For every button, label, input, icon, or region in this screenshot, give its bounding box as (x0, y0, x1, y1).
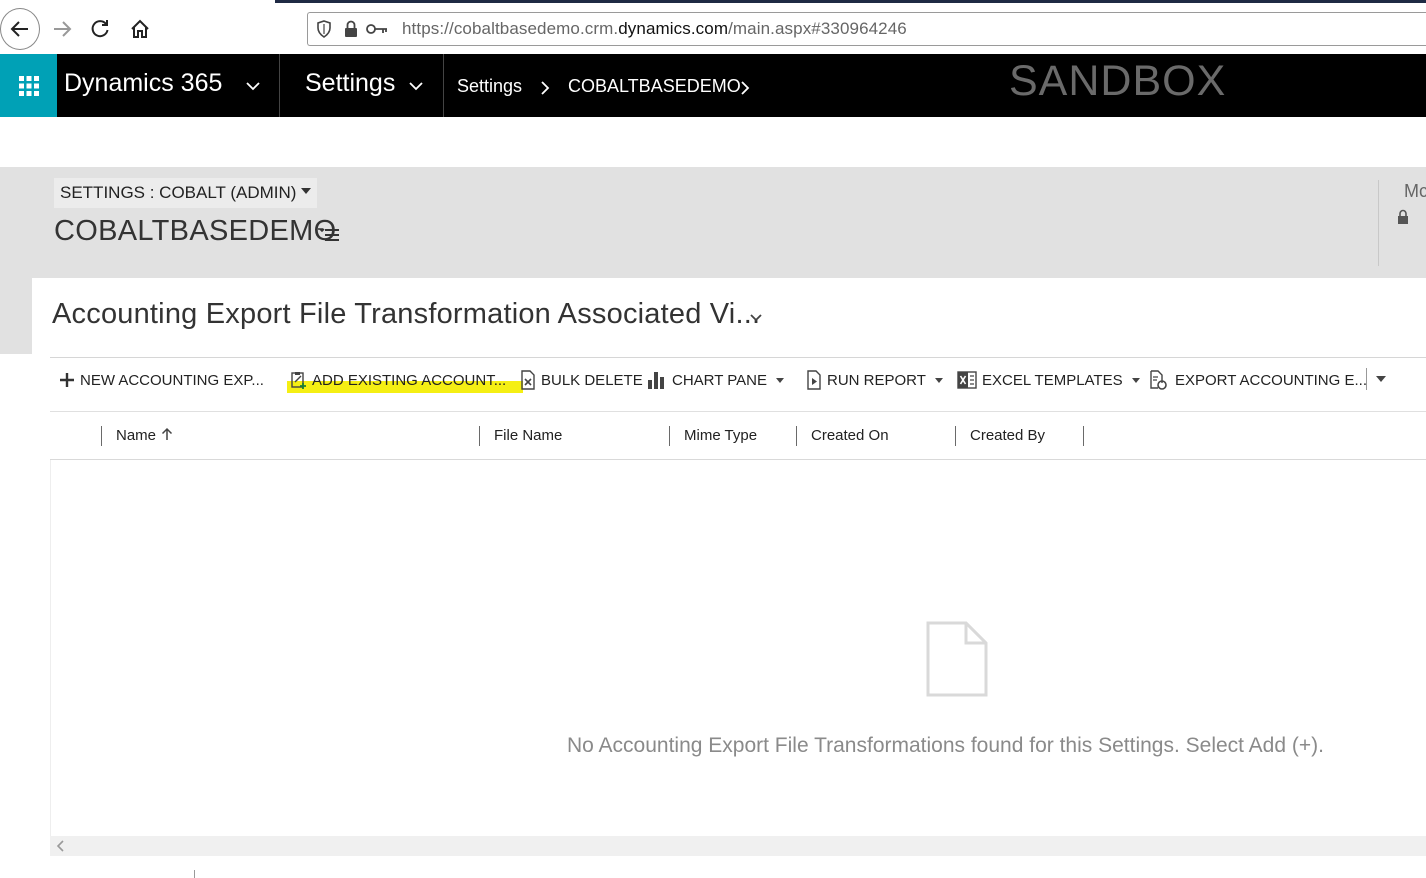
tab-strip-edge (275, 0, 1426, 3)
chevron-down-icon[interactable] (246, 81, 260, 91)
run-report-label: RUN REPORT (827, 371, 926, 389)
export-accounting-label: EXPORT ACCOUNTING E... (1175, 371, 1367, 389)
horizontal-scrollbar[interactable] (50, 836, 1426, 856)
reload-icon (91, 20, 109, 38)
form-selector-label: SETTINGS : COBALT (ADMIN) (60, 183, 297, 202)
arrow-left-icon (10, 21, 28, 37)
chart-pane-label: CHART PANE (672, 371, 768, 389)
left-gutter (0, 278, 32, 354)
column-header-mime-type[interactable]: Mime Type (684, 427, 757, 444)
column-divider (101, 426, 102, 446)
lock-icon[interactable] (344, 20, 358, 38)
bulk-delete-button[interactable]: BULK DELETE (520, 367, 643, 393)
header-divider (1378, 180, 1379, 266)
more-commands-button[interactable] (1376, 376, 1386, 382)
add-existing-icon (289, 370, 309, 390)
column-header-file-name[interactable]: File Name (494, 427, 562, 444)
column-divider (1083, 426, 1084, 446)
report-icon (806, 370, 822, 390)
column-divider (955, 426, 956, 446)
back-button[interactable] (0, 8, 40, 50)
caret-down-icon (776, 377, 785, 383)
product-name-menu[interactable]: Dynamics 365 (64, 69, 222, 98)
chevron-down-icon[interactable] (749, 313, 763, 323)
nav-divider (443, 54, 444, 117)
caret-down-icon (1131, 377, 1140, 383)
app-navigation-bar: Dynamics 365 Settings Settings COBALTBAS… (0, 54, 1426, 117)
export-icon (1149, 370, 1167, 390)
url-domain: dynamics.com (618, 19, 729, 38)
url-path: /main.aspx#330964246 (728, 19, 907, 38)
grid-body (50, 460, 1426, 836)
chart-pane-button[interactable]: CHART PANE (647, 367, 785, 393)
record-title: COBALTBASEDEMO (54, 215, 337, 247)
breadcrumb-settings[interactable]: Settings (457, 76, 522, 97)
column-divider (669, 426, 670, 446)
related-menu-icon[interactable] (317, 227, 341, 243)
grid-header: Name File Name Mime Type Created On Crea… (50, 411, 1426, 460)
header-field-label: Mc (1404, 181, 1426, 201)
browser-toolbar: https://cobaltbasedemo.crm.dynamics.com/… (0, 0, 1426, 54)
shield-icon[interactable] (316, 20, 332, 38)
column-label: Name (116, 427, 157, 444)
lock-icon (1398, 209, 1408, 224)
reload-button[interactable] (82, 11, 118, 47)
column-header-created-by[interactable]: Created By (970, 427, 1045, 444)
column-divider (796, 426, 797, 446)
column-header-created-on[interactable]: Created On (811, 427, 889, 444)
bar-chart-icon (647, 370, 667, 390)
new-record-label: NEW ACCOUNTING EXP... (80, 371, 264, 389)
add-existing-label: ADD EXISTING ACCOUNT... (312, 371, 507, 389)
column-divider (479, 426, 480, 446)
caret-down-icon (934, 377, 943, 383)
chevron-right-icon[interactable] (540, 81, 550, 95)
breadcrumb-record[interactable]: COBALTBASEDEMO (568, 76, 741, 97)
app-launcher-button[interactable] (0, 54, 57, 117)
chevron-down-icon[interactable] (409, 81, 423, 91)
forward-button[interactable] (44, 11, 80, 47)
chevron-left-icon[interactable] (56, 839, 66, 853)
footer-divider (194, 870, 195, 878)
export-accounting-button[interactable]: EXPORT ACCOUNTING E... (1149, 367, 1367, 393)
nav-divider (279, 54, 280, 117)
view-selector-title[interactable]: Accounting Export File Transformation As… (52, 298, 760, 331)
excel-templates-button[interactable]: EXCEL TEMPLATES (957, 367, 1140, 393)
plus-icon (59, 372, 75, 388)
environment-label: SANDBOX (1009, 57, 1227, 105)
chevron-right-icon[interactable] (740, 81, 750, 95)
excel-icon (957, 370, 977, 390)
form-selector[interactable]: SETTINGS : COBALT (ADMIN) (54, 178, 318, 208)
caret-down-icon (301, 188, 312, 194)
bulk-delete-icon (520, 370, 536, 390)
excel-templates-label: EXCEL TEMPLATES (982, 371, 1123, 389)
command-bar-divider (50, 357, 1426, 358)
command-divider (1366, 368, 1367, 390)
address-bar[interactable]: https://cobaltbasedemo.crm.dynamics.com/… (307, 12, 1426, 46)
sort-ascending-icon (161, 427, 173, 440)
arrow-right-icon (54, 21, 72, 37)
url-text[interactable]: https://cobaltbasedemo.crm.dynamics.com/… (402, 19, 907, 39)
home-button[interactable] (122, 11, 158, 47)
empty-grid-message: No Accounting Export File Transformation… (567, 734, 1324, 757)
run-report-button[interactable]: RUN REPORT (806, 367, 943, 393)
url-prefix: https://cobaltbasedemo.crm. (402, 19, 619, 38)
waffle-icon (18, 75, 39, 96)
home-icon (131, 19, 149, 38)
bulk-delete-label: BULK DELETE (541, 371, 643, 389)
key-icon[interactable] (366, 22, 388, 36)
column-header-name[interactable]: Name (116, 427, 173, 444)
empty-document-icon (926, 621, 988, 697)
new-record-button[interactable]: NEW ACCOUNTING EXP... (59, 367, 264, 393)
area-menu[interactable]: Settings (305, 69, 395, 98)
add-existing-button[interactable]: ADD EXISTING ACCOUNT... (289, 367, 506, 393)
